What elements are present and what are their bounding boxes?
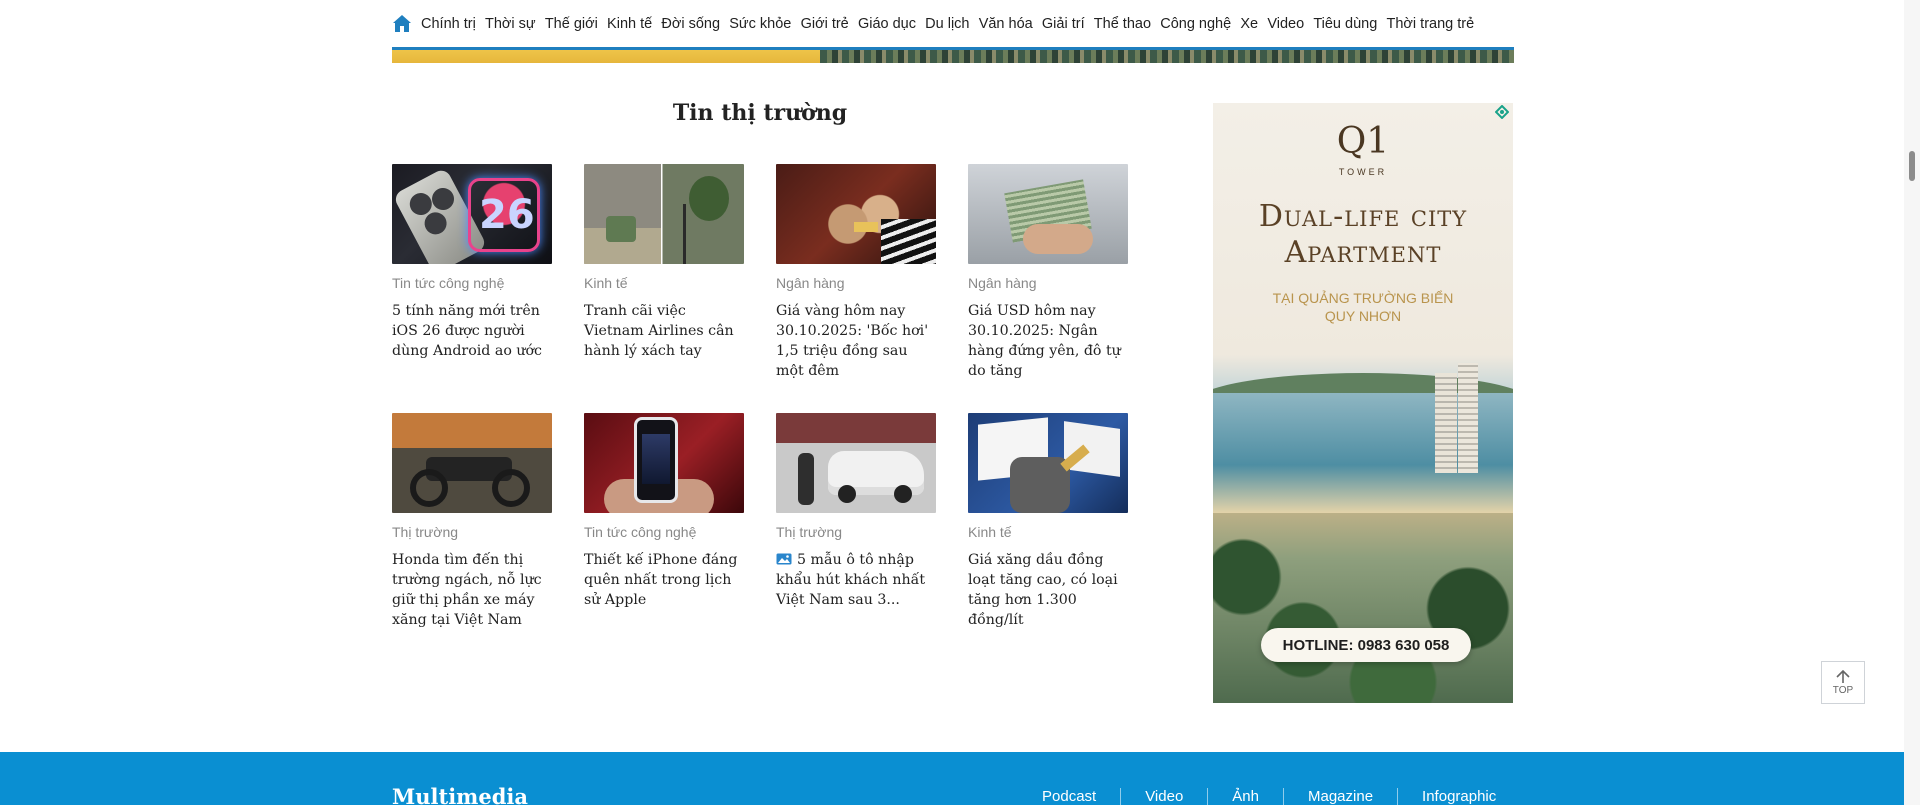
nav-item-the-thao[interactable]: Thể thao — [1089, 16, 1155, 32]
nav-item-giai-tri[interactable]: Giải trí — [1037, 16, 1089, 32]
nav-item-kinh-te[interactable]: Kinh tế — [602, 16, 656, 32]
advertisement-banner[interactable]: Q1 TOWER Dual-life city Apartment TẠI QU… — [1213, 103, 1513, 703]
article-category[interactable]: Thị trường — [392, 523, 552, 541]
article-headline[interactable]: Giá USD hôm nay 30.10.2025: Ngân hàng đứ… — [968, 301, 1128, 381]
multimedia-link-anh[interactable]: Ảnh — [1207, 787, 1283, 805]
article-grid: 26 Tin tức công nghệ 5 tính năng mới trê… — [392, 164, 1128, 630]
nav-item-suc-khoe[interactable]: Sức khỏe — [725, 16, 796, 32]
article-category[interactable]: Thị trường — [776, 523, 936, 541]
nav-item-gioi-tre[interactable]: Giới trẻ — [796, 16, 853, 32]
article-headline[interactable]: Giá xăng dầu đồng loạt tăng cao, có loại… — [968, 550, 1128, 630]
ad-headline-line: Dual-life city — [1258, 199, 1468, 234]
article-category[interactable]: Ngân hàng — [776, 274, 936, 292]
nav-item-doi-song[interactable]: Đời sống — [657, 16, 725, 32]
ad-tagline: TẠI QUẢNG TRƯỜNG BIỂN QUY NHƠN — [1213, 289, 1513, 325]
nav-item-giao-duc[interactable]: Giáo dục — [853, 16, 920, 32]
article-headline[interactable]: Tranh cãi việc Vietnam Airlines cân hành… — [584, 301, 744, 361]
article-headline[interactable]: Thiết kế iPhone đáng quên nhất trong lịc… — [584, 550, 744, 610]
article-category[interactable]: Tin tức công nghệ — [584, 523, 744, 541]
article-card[interactable]: Ngân hàng Giá USD hôm nay 30.10.2025: Ng… — [968, 164, 1128, 381]
article-thumbnail[interactable]: 26 — [392, 164, 552, 264]
multimedia-title[interactable]: Multimedia — [392, 784, 528, 805]
ad-headline-line: Apartment — [1284, 235, 1442, 270]
ad-tower-graphic — [1435, 373, 1457, 473]
article-thumbnail[interactable] — [584, 413, 744, 513]
ad-choices-icon[interactable] — [1495, 105, 1509, 119]
back-to-top-label: TOP — [1832, 684, 1854, 696]
top-navigation: Chính trị Thời sự Thế giới Kinh tế Đời s… — [392, 0, 1514, 47]
article-thumbnail[interactable] — [968, 164, 1128, 264]
nav-item-cong-nghe[interactable]: Công nghệ — [1156, 16, 1236, 32]
article-category[interactable]: Kinh tế — [968, 523, 1128, 541]
multimedia-links: Podcast Video Ảnh Magazine Infographic — [1018, 786, 1496, 805]
ad-hotline[interactable]: HOTLINE: 0983 630 058 — [1261, 628, 1471, 662]
nav-item-tieu-dung[interactable]: Tiêu dùng — [1309, 16, 1382, 32]
article-headline-wrapper[interactable]: 5 mẫu ô tô nhập khẩu hút khách nhất Việt… — [776, 550, 936, 610]
nav-menu: Chính trị Thời sự Thế giới Kinh tế Đời s… — [421, 16, 1479, 32]
article-card[interactable]: Thị trường 5 mẫu ô tô nhập khẩu hút khác… — [776, 413, 936, 630]
arrow-up-icon — [1836, 669, 1850, 683]
nav-item-van-hoa[interactable]: Văn hóa — [974, 16, 1037, 32]
article-thumbnail[interactable] — [392, 413, 552, 513]
ad-logo: Q1 — [1336, 121, 1390, 162]
ad-tagline-line: TẠI QUẢNG TRƯỜNG BIỂN — [1272, 290, 1454, 306]
article-thumbnail[interactable] — [584, 164, 744, 264]
multimedia-link-infographic[interactable]: Infographic — [1397, 787, 1496, 805]
article-category[interactable]: Ngân hàng — [968, 274, 1128, 292]
ad-tagline-line: QUY NHƠN — [1324, 308, 1402, 324]
article-card[interactable]: Ngân hàng Giá vàng hôm nay 30.10.2025: '… — [776, 164, 936, 381]
scrollbar-thumb[interactable] — [1909, 151, 1915, 181]
article-category[interactable]: Tin tức công nghệ — [392, 274, 552, 292]
article-thumbnail[interactable] — [968, 413, 1128, 513]
back-to-top-button[interactable]: TOP — [1821, 661, 1865, 704]
section-title[interactable]: Tin thị trường — [392, 100, 1128, 126]
article-card[interactable]: Tin tức công nghệ Thiết kế iPhone đáng q… — [584, 413, 744, 630]
photo-gallery-icon — [776, 553, 792, 565]
article-thumbnail[interactable] — [776, 164, 936, 264]
article-headline[interactable]: 5 mẫu ô tô nhập khẩu hút khách nhất Việt… — [776, 552, 925, 608]
multimedia-link-magazine[interactable]: Magazine — [1283, 787, 1397, 805]
article-category[interactable]: Kinh tế — [584, 274, 744, 292]
ad-logo-subtitle: TOWER — [1338, 167, 1388, 177]
nav-item-du-lich[interactable]: Du lịch — [921, 16, 975, 32]
page-scrollbar[interactable] — [1904, 0, 1920, 805]
ad-palms-graphic — [1213, 493, 1513, 703]
nav-item-thoi-su[interactable]: Thời sự — [480, 16, 540, 32]
article-headline[interactable]: 5 tính năng mới trên iOS 26 được người d… — [392, 301, 552, 361]
article-card[interactable]: Kinh tế Giá xăng dầu đồng loạt tăng cao,… — [968, 413, 1128, 630]
multimedia-link-video[interactable]: Video — [1120, 787, 1207, 805]
article-headline[interactable]: Giá vàng hôm nay 30.10.2025: 'Bốc hơi' 1… — [776, 301, 936, 381]
multimedia-section-bar — [0, 752, 1904, 805]
home-icon[interactable] — [392, 14, 412, 34]
nav-item-video[interactable]: Video — [1263, 16, 1309, 32]
article-headline[interactable]: Honda tìm đến thị trường ngách, nỗ lực g… — [392, 550, 552, 630]
nav-item-thoi-trang-tre[interactable]: Thời trang trẻ — [1382, 16, 1479, 32]
ad-tower-graphic — [1458, 363, 1478, 473]
multimedia-link-podcast[interactable]: Podcast — [1018, 788, 1120, 805]
nav-item-the-gioi[interactable]: Thế giới — [540, 16, 602, 32]
nav-item-chinh-tri[interactable]: Chính trị — [421, 16, 480, 32]
article-card[interactable]: 26 Tin tức công nghệ 5 tính năng mới trê… — [392, 164, 552, 381]
article-thumbnail[interactable] — [776, 413, 936, 513]
ad-headline: Dual-life city Apartment — [1213, 199, 1513, 271]
nav-underline — [392, 47, 1514, 50]
article-card[interactable]: Thị trường Honda tìm đến thị trường ngác… — [392, 413, 552, 630]
article-card[interactable]: Kinh tế Tranh cãi việc Vietnam Airlines … — [584, 164, 744, 381]
nav-item-xe[interactable]: Xe — [1236, 16, 1263, 32]
